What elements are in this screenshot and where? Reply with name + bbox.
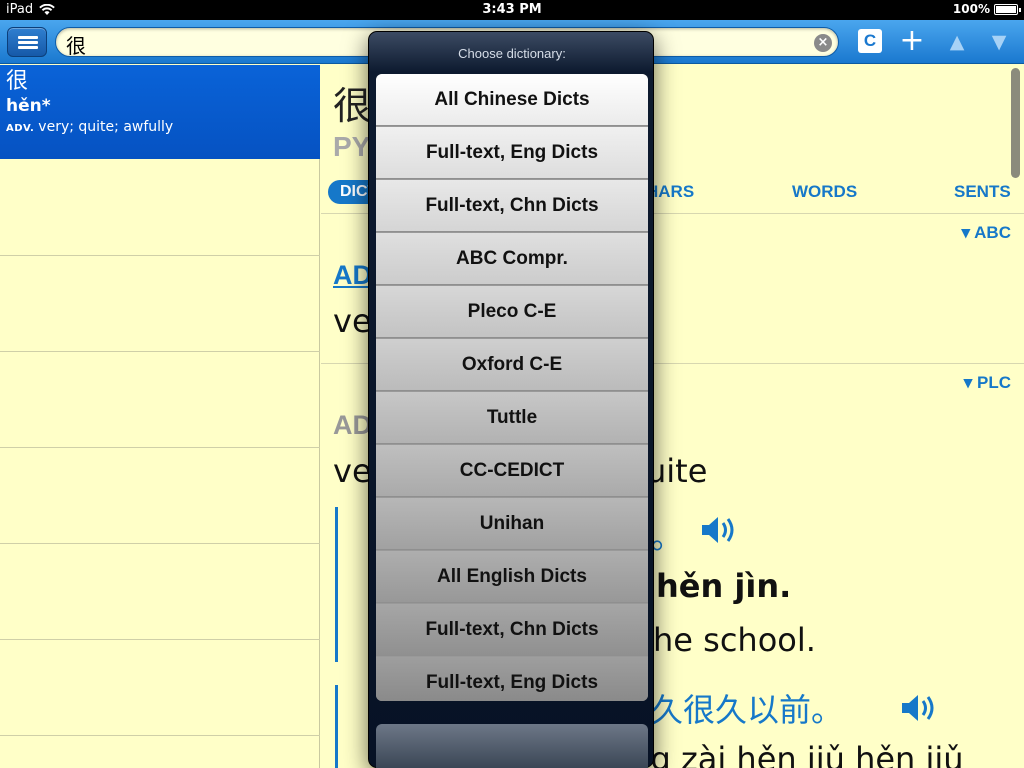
scrollbar[interactable] [1011, 68, 1020, 178]
menu-icon-bar [18, 46, 38, 49]
list-divider [0, 639, 320, 640]
example1-chinese: 。 [651, 518, 684, 556]
list-divider [0, 735, 320, 736]
dictionary-option[interactable]: Unihan [376, 498, 648, 550]
popover-title: Choose dictionary: [458, 46, 566, 61]
dictionary-option[interactable]: Oxford C-E [376, 339, 648, 391]
example-bar [335, 685, 338, 768]
abc-definition: ve [333, 302, 372, 340]
result-character: 很 [6, 69, 29, 94]
result-pos: ADV. [6, 123, 35, 134]
example1-pinyin: hěn jìn. [656, 567, 792, 605]
dictionary-popover: Choose dictionary: All Chinese Dicts Full… [368, 31, 654, 768]
status-bar: iPad 3:43 PM 100% [0, 0, 1024, 20]
plc-definition: ve [333, 452, 372, 490]
search-input[interactable]: 很 [66, 30, 86, 59]
list-divider [0, 543, 320, 544]
battery-percent: 100% [952, 2, 990, 16]
list-divider [0, 255, 320, 256]
menu-button[interactable] [7, 27, 47, 57]
example-bar [335, 507, 338, 662]
add-button[interactable]: + [898, 23, 926, 59]
headword: 很 [333, 84, 372, 128]
dictionary-option[interactable]: Full-text, Eng Dicts [376, 127, 648, 179]
dictionary-option[interactable]: Full-text, Chn Dicts [376, 604, 648, 656]
dictionary-option[interactable]: Tuttle [376, 392, 648, 444]
dictionary-option[interactable]: ABC Compr. [376, 233, 648, 285]
next-arrow-button[interactable]: ▼ [987, 30, 1011, 54]
dictionary-option[interactable]: All Chinese Dicts [376, 74, 648, 126]
list-divider [0, 447, 320, 448]
previous-arrow-button[interactable]: ▲ [945, 30, 969, 54]
battery-icon [994, 3, 1021, 15]
speaker-icon[interactable] [699, 513, 739, 547]
tab-sents[interactable]: SENTS [954, 180, 1011, 204]
dictionary-option[interactable]: Pleco C-E [376, 286, 648, 338]
menu-icon [18, 36, 38, 39]
speaker-icon[interactable] [899, 691, 939, 725]
dictionary-picker: All Chinese Dicts Full-text, Eng Dicts Ful… [376, 74, 648, 701]
dict-tag-plc-label: PLC [977, 373, 1011, 392]
dict-tag-abc-label: ABC [974, 223, 1011, 242]
tab-words[interactable]: WORDS [792, 180, 857, 204]
list-item[interactable]: 很 hěn* ADV. very; quite; awfully [0, 65, 320, 159]
pinyin-label: PY [333, 131, 371, 162]
clipboard-button[interactable]: C [858, 29, 882, 53]
results-list: 很 hěn* ADV. very; quite; awfully [0, 65, 320, 768]
popover-footer [376, 724, 648, 768]
clear-icon[interactable]: × [814, 34, 832, 52]
result-pinyin: hěn* [6, 96, 51, 116]
menu-icon-bar [18, 41, 38, 44]
example1-english: he school. [653, 621, 816, 659]
dictionary-option[interactable]: Full-text, Eng Dicts [376, 657, 648, 701]
result-definition: ADV. very; quite; awfully [6, 117, 314, 139]
dict-tag-abc[interactable]: ▾ ABC [962, 223, 1011, 243]
dict-tag-plc[interactable]: ▾ PLC [964, 373, 1011, 393]
dictionary-option[interactable]: All English Dicts [376, 551, 648, 603]
list-divider [0, 351, 320, 352]
dictionary-option[interactable]: CC-CEDICT [376, 445, 648, 497]
plc-pos: AD [333, 410, 372, 440]
status-right: 100% [952, 2, 1021, 16]
dictionary-option[interactable]: Full-text, Chn Dicts [376, 180, 648, 232]
plc-definition-tail: uite [646, 452, 708, 490]
status-time: 3:43 PM [482, 2, 542, 17]
abc-pos[interactable]: AD [333, 260, 372, 291]
result-definition-text: very; quite; awfully [38, 119, 174, 135]
example2-chinese: 久很久以前。 [651, 691, 844, 729]
